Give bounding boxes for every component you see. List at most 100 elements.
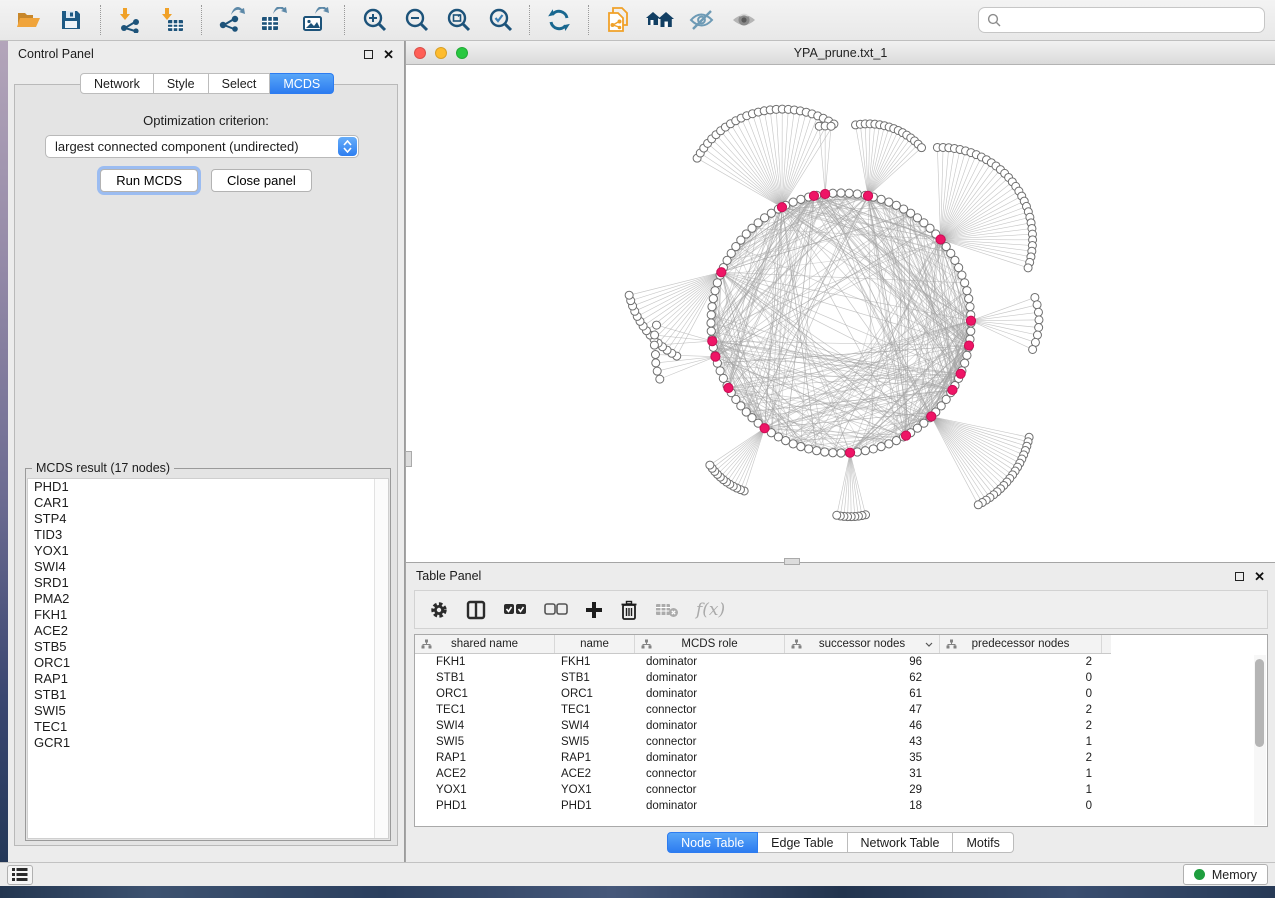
table-cell: 1 [940,736,1102,748]
list-item[interactable]: ACE2 [28,623,388,639]
table-row[interactable]: STB1STB1dominator620 [415,670,1267,686]
export-table-button[interactable] [254,4,292,36]
vertical-splitter-handle[interactable] [405,451,412,467]
network-window-titlebar: YPA_prune.txt_1 [406,41,1275,65]
list-item[interactable]: FKH1 [28,607,388,623]
table-row[interactable]: SWI4SWI4dominator462 [415,718,1267,734]
tab-network-table[interactable]: Network Table [848,832,954,853]
table-cell: 43 [785,736,940,748]
memory-button[interactable]: Memory [1183,864,1268,885]
zoom-out-button[interactable] [397,4,435,36]
list-item[interactable]: CAR1 [28,495,388,511]
network-graph[interactable] [406,65,1275,562]
list-item[interactable]: PHD1 [28,479,388,495]
list-item[interactable]: GCR1 [28,735,388,751]
table-row[interactable]: TEC1TEC1connector472 [415,702,1267,718]
table-settings-button[interactable] [429,600,449,620]
list-item[interactable]: TEC1 [28,719,388,735]
mcds-result-group: MCDS result (17 nodes) PHD1CAR1STP4TID3Y… [25,468,391,841]
zoom-fit-button[interactable] [439,4,477,36]
list-item[interactable]: STB1 [28,687,388,703]
table-cell: dominator [635,672,785,684]
table-row[interactable]: SWI5SWI5connector431 [415,734,1267,750]
table-row[interactable]: FKH1FKH1dominator962 [415,654,1267,670]
close-panel-button[interactable]: Close panel [211,169,312,192]
export-network-icon [217,7,245,33]
tab-network[interactable]: Network [80,73,154,94]
tab-mcds[interactable]: MCDS [270,73,334,94]
zoom-in-button[interactable] [355,4,393,36]
show-columns-button[interactable] [466,600,486,620]
list-item[interactable]: PMA2 [28,591,388,607]
export-network-button[interactable] [212,4,250,36]
zoom-fit-icon [445,7,472,34]
home-button[interactable] [641,4,679,36]
save-session-button[interactable] [52,4,90,36]
table-cell: 96 [785,656,940,668]
table-row[interactable]: ACE2ACE2connector311 [415,766,1267,782]
table-cell: 31 [785,768,940,780]
table-scrollbar-thumb[interactable] [1255,659,1264,747]
deselect-all-button[interactable] [544,603,568,617]
close-table-panel-icon[interactable]: ✕ [1254,570,1265,583]
zoom-selected-button[interactable] [481,4,519,36]
table-cell: STB1 [555,672,635,684]
list-item[interactable]: SRD1 [28,575,388,591]
open-file-button[interactable] [10,4,48,36]
tab-style[interactable]: Style [154,73,209,94]
import-network-button[interactable] [111,4,149,36]
search-icon [987,13,1001,27]
show-all-button[interactable] [725,4,763,36]
import-table-button[interactable] [153,4,191,36]
hide-selected-button[interactable] [683,4,721,36]
close-panel-icon[interactable]: ✕ [383,48,394,61]
node-table-body: FKH1FKH1dominator962STB1STB1dominator620… [415,654,1267,814]
result-list-scrollbar[interactable] [374,479,388,838]
export-image-button[interactable] [296,4,334,36]
delete-column-button[interactable] [620,600,638,620]
column-type-icon [641,639,652,649]
run-mcds-button[interactable]: Run MCDS [100,169,198,192]
column-header-successor-nodes[interactable]: successor nodes [785,635,940,653]
float-table-panel-icon[interactable] [1235,572,1244,581]
criterion-select[interactable]: largest connected component (undirected) [45,135,359,158]
column-header-name[interactable]: name [555,635,635,653]
table-cell: ACE2 [555,768,635,780]
table-cell: 61 [785,688,940,700]
refresh-view-button[interactable] [540,4,578,36]
float-panel-icon[interactable] [364,50,373,59]
main-toolbar [0,0,1275,41]
tab-edge-table[interactable]: Edge Table [758,832,847,853]
column-header-mcds-role[interactable]: MCDS role [635,635,785,653]
list-item[interactable]: SWI5 [28,703,388,719]
list-item[interactable]: TID3 [28,527,388,543]
list-item[interactable]: SWI4 [28,559,388,575]
table-cell: STB1 [415,672,555,684]
tab-motifs[interactable]: Motifs [953,832,1013,853]
list-item[interactable]: STP4 [28,511,388,527]
task-history-button[interactable] [7,865,33,885]
horizontal-splitter-handle[interactable] [784,558,800,565]
table-cell: dominator [635,656,785,668]
desktop-wallpaper-left [0,41,8,862]
column-header-shared-name[interactable]: shared name [415,635,555,653]
table-row[interactable]: YOX1YOX1connector291 [415,782,1267,798]
network-file-button[interactable] [599,4,637,36]
tab-node-table[interactable]: Node Table [667,832,758,853]
list-item[interactable]: YOX1 [28,543,388,559]
column-header-predecessor-nodes[interactable]: predecessor nodes [940,635,1102,653]
table-row[interactable]: ORC1ORC1dominator610 [415,686,1267,702]
table-row[interactable]: RAP1RAP1dominator352 [415,750,1267,766]
table-scrollbar[interactable] [1254,655,1266,825]
list-item[interactable]: STB5 [28,639,388,655]
select-all-button[interactable] [503,603,527,617]
list-item[interactable]: ORC1 [28,655,388,671]
table-cell: ACE2 [415,768,555,780]
table-row[interactable]: PHD1PHD1dominator180 [415,798,1267,814]
table-cell: YOX1 [415,784,555,796]
add-column-button[interactable] [585,601,603,619]
tab-select[interactable]: Select [209,73,271,94]
list-item[interactable]: RAP1 [28,671,388,687]
search-input[interactable] [1007,13,1256,27]
mcds-result-list[interactable]: PHD1CAR1STP4TID3YOX1SWI4SRD1PMA2FKH1ACE2… [27,478,389,839]
